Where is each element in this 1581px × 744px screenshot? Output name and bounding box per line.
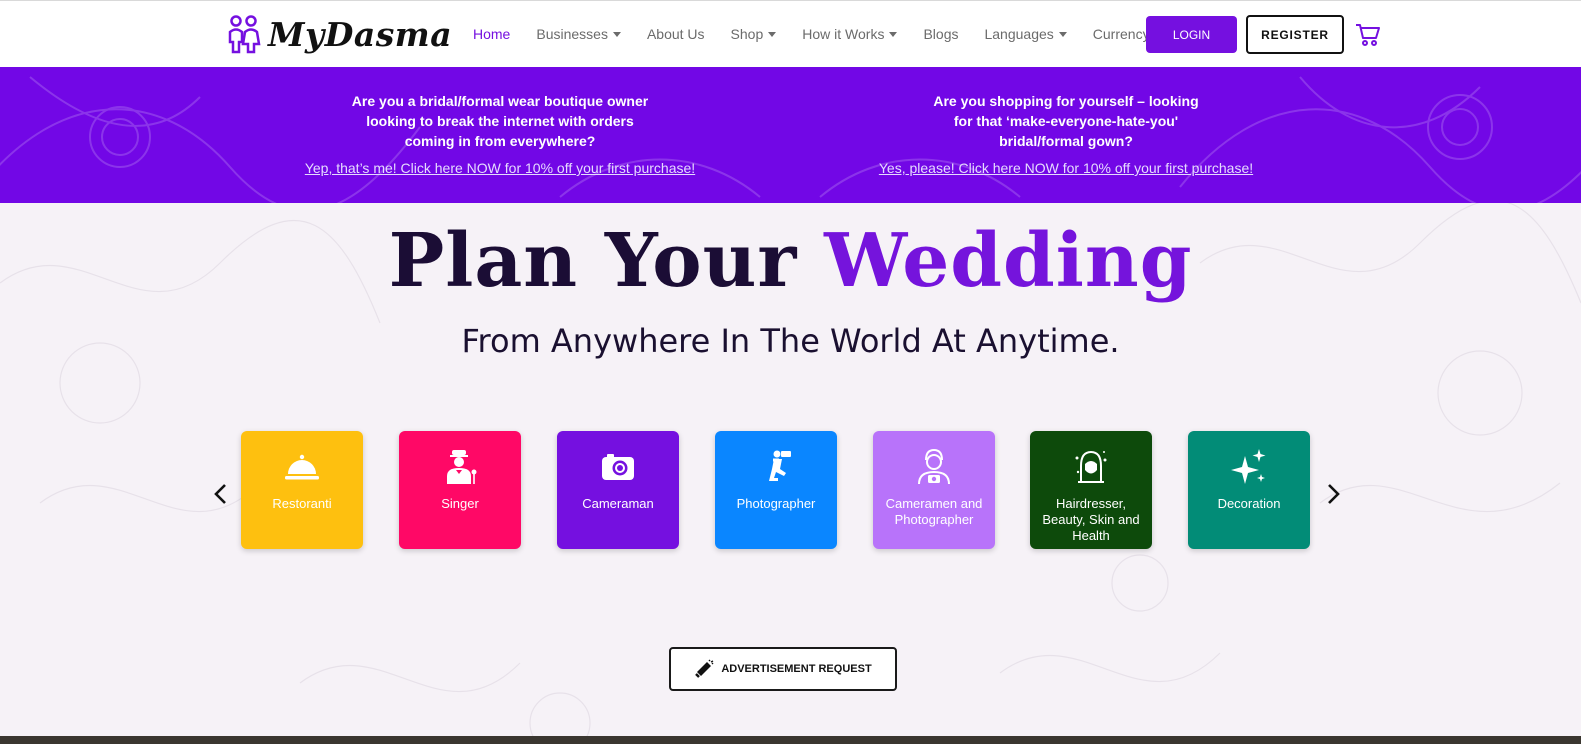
category-card-photographer[interactable]: Photographer [715,431,837,549]
category-card-cameramen-photographer[interactable]: Cameramen and Photographer [873,431,995,549]
singer-icon [447,450,477,484]
category-label: Cameraman [582,496,654,511]
nav-how-it-works[interactable]: How it Works [802,26,898,42]
main-nav: Home Businesses About Us Shop How it Wor… [473,1,1189,67]
nav-languages-label: Languages [984,26,1054,42]
promo-question: Are you a bridal/formal wear boutique ow… [240,91,760,151]
camera-person-icon [918,448,950,485]
hero-title-accent: Wedding [824,218,1193,304]
nav-businesses-label: Businesses [536,26,608,42]
sparkles-icon [1231,449,1266,484]
promo-line: coming in from everywhere? [404,133,596,149]
brand-logo[interactable]: MyDasma [226,13,452,55]
category-card-decoration[interactable]: Decoration [1188,431,1310,549]
promo-line: for that ‘make-everyone-hate-you' [953,113,1179,129]
nav-home[interactable]: Home [473,26,510,42]
caret-down-icon [889,31,898,37]
promo-line: looking to break the internet with order… [366,113,634,129]
shopper-discount-link[interactable]: Yes, please! Click here NOW for 10% off … [806,160,1326,176]
cloche-icon [285,454,319,480]
category-card-restoranti[interactable]: Restoranti [241,431,363,549]
category-label: Photographer [736,496,816,511]
boutique-discount-link[interactable]: Yep, that’s me! Click here NOW for 10% o… [240,160,760,176]
nav-businesses[interactable]: Businesses [536,26,621,42]
promo-shopper: Are you shopping for yourself – looking … [806,91,1326,176]
category-label: Decoration [1217,496,1281,511]
nav-about-label: About Us [646,26,705,42]
nav-currency-label: Currency [1092,26,1150,42]
caret-down-icon [612,31,621,37]
category-label: Hairdresser, Beauty, Skin and Health [1042,496,1140,543]
category-label: Singer [441,496,479,511]
hero-title-main: Plan Your [388,218,825,304]
photographer-icon [769,450,791,481]
promo-line: Are you a bridal/formal wear boutique ow… [351,93,649,109]
megaphone-icon [695,659,714,678]
category-card-singer[interactable]: Singer [399,431,521,549]
brand-name: MyDasma [268,14,453,54]
hero-title: Plan Your Wedding [0,218,1581,304]
category-label: Cameramen and Photographer [885,496,983,527]
promo-line: Are you shopping for yourself – looking [933,93,1199,109]
advertisement-request-label: ADVERTISEMENT REQUEST [721,663,872,675]
nav-languages[interactable]: Languages [984,26,1067,42]
caret-down-icon [768,31,777,37]
advertisement-request-button[interactable]: ADVERTISEMENT REQUEST [669,647,897,691]
promo-boutique-owner: Are you a bridal/formal wear boutique ow… [240,91,760,176]
nav-how-label: How it Works [802,26,885,42]
floral-pattern-decoration [0,76,1581,203]
login-button[interactable]: LOGIN [1146,16,1237,53]
category-card-hairdresser[interactable]: Hairdresser, Beauty, Skin and Health [1030,431,1152,549]
cart-icon[interactable] [1355,22,1381,48]
promo-question: Are you shopping for yourself – looking … [806,91,1326,151]
camera-icon [602,454,634,480]
caret-down-icon [1058,31,1067,37]
carousel-prev-arrow-icon[interactable] [211,483,231,505]
nav-blogs-label: Blogs [923,26,959,42]
navbar: MyDasma Home Businesses About Us Shop Ho… [0,0,1581,67]
nav-home-label: Home [473,26,511,42]
nav-shop[interactable]: Shop [731,26,777,42]
register-button[interactable]: REGISTER [1246,15,1344,54]
nav-blogs[interactable]: Blogs [923,26,958,42]
page-bottom-edge [0,736,1581,744]
promo-banner: Are you a bridal/formal wear boutique ow… [0,67,1581,203]
category-label: Restoranti [272,496,332,511]
carousel-next-arrow-icon[interactable] [1323,483,1343,505]
hairdresser-icon [1075,450,1107,483]
hero-subtitle: From Anywhere In The World At Anytime. [461,322,1120,360]
nav-about-us[interactable]: About Us [647,26,705,42]
promo-line: bridal/formal gown? [999,133,1133,149]
category-card-cameraman[interactable]: Cameraman [557,431,679,549]
couple-logo-icon [228,15,261,54]
nav-shop-label: Shop [730,26,764,42]
